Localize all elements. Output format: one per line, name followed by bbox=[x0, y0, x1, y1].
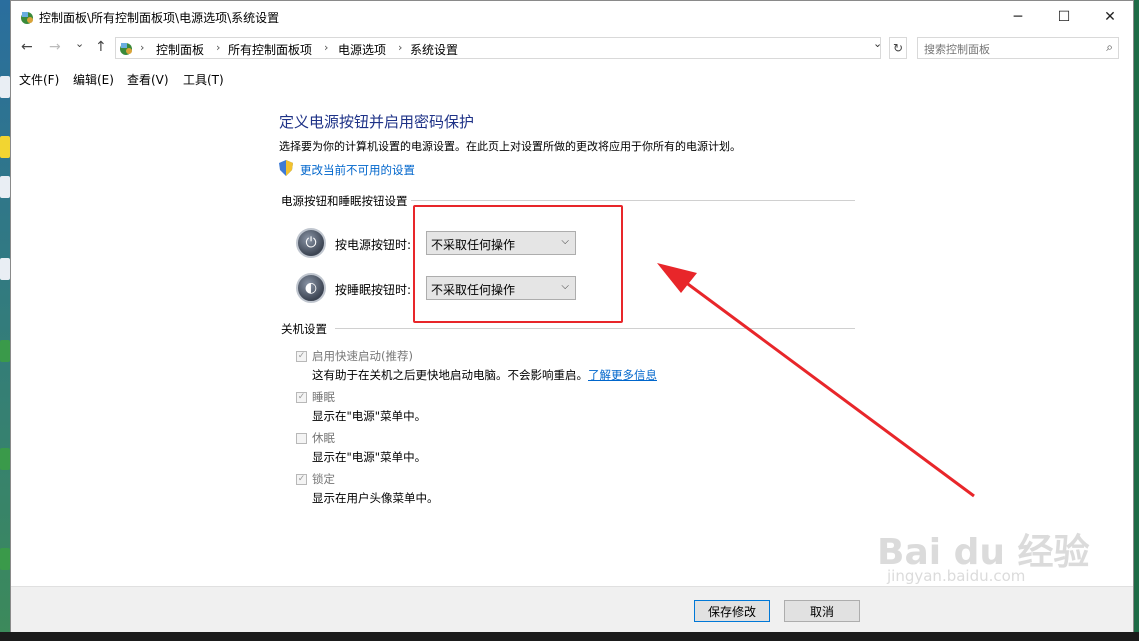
annotation-arrow bbox=[657, 263, 975, 498]
desktop-icon[interactable] bbox=[0, 76, 10, 98]
desktop-icon[interactable] bbox=[0, 258, 10, 280]
desktop-icon[interactable] bbox=[0, 448, 10, 470]
control-panel-window: 控制面板\所有控制面板项\电源选项\系统设置 ─ ☐ ✕ ← → ⌄ ↑ › 控… bbox=[10, 0, 1134, 632]
desktop-icon[interactable] bbox=[0, 340, 10, 362]
desktop-icon[interactable] bbox=[0, 136, 10, 158]
taskbar bbox=[0, 632, 1139, 641]
desktop-icon[interactable] bbox=[0, 548, 10, 570]
desktop-icon[interactable] bbox=[0, 176, 10, 198]
